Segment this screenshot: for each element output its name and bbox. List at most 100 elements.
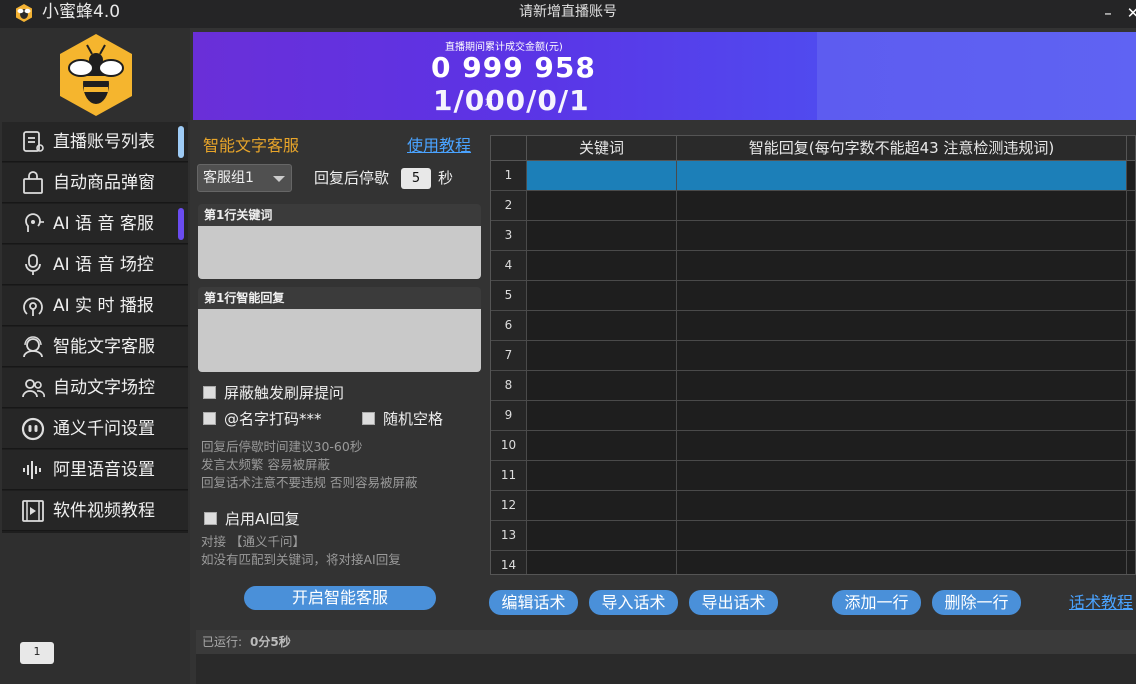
reply-cell[interactable] [677,191,1127,220]
delete-row-button[interactable]: 删除一行 [932,590,1021,615]
sidebar-item-label: AI 语 音 客服 [53,214,154,234]
robot-face-icon [21,417,45,441]
reply-column-header: 智能回复(每句字数不能超43 注意检测违规词) [677,136,1127,161]
reply-box: 第1行智能回复 [198,287,481,372]
status-label: 已运行: [202,635,243,649]
sidebar-item-ai-broadcast[interactable]: AI 实 时 播报 [2,286,188,326]
row-number: 3 [491,221,527,250]
enable-ai-checkbox[interactable] [204,512,217,525]
table-row[interactable]: 3 [491,221,1135,251]
name-mask-checkbox[interactable] [203,412,216,425]
table-row[interactable]: 12 [491,491,1135,521]
reply-cell[interactable] [677,161,1127,190]
reply-cell[interactable] [677,401,1127,430]
keyword-cell[interactable] [527,341,677,370]
service-group-value: 客服组1 [203,170,254,186]
table-row[interactable]: 9 [491,401,1135,431]
keyword-cell[interactable] [527,311,677,340]
reply-textarea[interactable] [198,309,481,372]
sidebar-item-qwen-settings[interactable]: 通义千问设置 [2,409,188,449]
edit-script-button[interactable]: 编辑话术 [489,590,578,615]
reply-cell[interactable] [677,491,1127,520]
promo-banner: 直播期间累计成交金额(元) 0 999 958 1/000/0/1 万 [193,32,1136,120]
table-row[interactable]: 13 [491,521,1135,551]
table-row[interactable]: 4 [491,251,1135,281]
reply-cell[interactable] [677,251,1127,280]
sidebar-item-label: AI 实 时 播报 [53,296,154,316]
keyword-cell[interactable] [527,491,677,520]
reply-cell[interactable] [677,341,1127,370]
sidebar-item-ali-voice-settings[interactable]: 阿里语音设置 [2,450,188,490]
usage-tutorial-link[interactable]: 使用教程 [407,132,471,156]
keyword-cell[interactable] [527,461,677,490]
table-row[interactable]: 8 [491,371,1135,401]
random-space-checkbox[interactable] [362,412,375,425]
table-row[interactable]: 2 [491,191,1135,221]
script-tutorial-link[interactable]: 话术教程 [1069,590,1133,615]
service-group-select[interactable]: 客服组1 [197,164,292,192]
title-bar: 小蜜蜂4.0 请新增直播账号 – ✕ [0,0,1136,28]
sidebar-item-label: 自动文字场控 [53,378,155,398]
block-refresh-checkbox[interactable] [203,386,216,399]
keyword-cell[interactable] [527,221,677,250]
start-service-button[interactable]: 开启智能客服 [244,586,436,610]
pause-label: 回复后停歇 [314,169,390,187]
sidebar-item-live-accounts[interactable]: 直播账号列表 [2,122,188,162]
sidebar-item-label: 智能文字客服 [53,337,155,357]
table-row[interactable]: 1 [491,161,1135,191]
sidebar-item-text-control[interactable]: 自动文字场控 [2,368,188,408]
add-row-button[interactable]: 添加一行 [832,590,921,615]
reply-cell[interactable] [677,221,1127,250]
minimize-button[interactable]: – [1099,2,1117,24]
keyword-cell[interactable] [527,191,677,220]
reply-cell[interactable] [677,371,1127,400]
waveform-icon [23,461,41,479]
keyword-cell[interactable] [527,251,677,280]
table-row[interactable]: 5 [491,281,1135,311]
keyword-textarea[interactable] [198,226,481,279]
sidebar-item-label: 直播账号列表 [53,132,155,152]
keyword-cell[interactable] [527,281,677,310]
enable-ai-option[interactable]: 启用AI回复 [204,509,300,529]
table-row[interactable]: 6 [491,311,1135,341]
row-number: 13 [491,521,527,550]
import-script-button[interactable]: 导入话术 [589,590,678,615]
table-row[interactable]: 10 [491,431,1135,461]
pause-seconds-input[interactable]: 5 [401,168,431,189]
sidebar-item-product-popup[interactable]: 自动商品弹窗 [2,163,188,203]
table-row[interactable]: 14 [491,551,1135,574]
reply-cell[interactable] [677,311,1127,340]
keyword-cell[interactable] [527,371,677,400]
table-row[interactable]: 7 [491,341,1135,371]
row-number: 7 [491,341,527,370]
table-row[interactable]: 11 [491,461,1135,491]
reply-cell[interactable] [677,551,1127,574]
status-bar: 已运行: 0分5秒 [196,630,1136,654]
random-space-option[interactable]: 随机空格 [362,409,443,429]
reply-cell[interactable] [677,461,1127,490]
chevron-down-icon [273,176,285,182]
keyword-cell[interactable] [527,401,677,430]
ai-voice-service-icon [25,213,44,232]
keyword-cell[interactable] [527,551,677,574]
sidebar-item-video-tutorials[interactable]: 软件视频教程 [2,491,188,531]
random-space-label: 随机空格 [383,410,444,428]
page-number-tab[interactable]: 1 [20,642,54,664]
close-button[interactable]: ✕ [1124,2,1136,24]
keyword-cell[interactable] [527,161,677,190]
reply-cell[interactable] [677,281,1127,310]
reply-cell[interactable] [677,431,1127,460]
sidebar-item-ai-voice-control[interactable]: AI 语 音 场控 [2,245,188,285]
block-refresh-option[interactable]: 屏蔽触发刷屏提问 [203,383,344,403]
keyword-cell[interactable] [527,431,677,460]
sidebar-nav: 直播账号列表 自动商品弹窗 AI 语 音 客服 AI 语 音 场控 AI 实 时… [2,122,188,533]
reply-cell[interactable] [677,521,1127,550]
sidebar-item-text-service[interactable]: 智能文字客服 [2,327,188,367]
sidebar-item-label: 自动商品弹窗 [53,173,155,193]
keyword-reply-table: 关键词 智能回复(每句字数不能超43 注意检测违规词) 1 2 3 4 5 6 7 8 9 10 1… [490,135,1136,575]
export-script-button[interactable]: 导出话术 [689,590,778,615]
broadcast-icon [23,297,43,316]
name-mask-option[interactable]: @名字打码*** [203,409,322,429]
keyword-cell[interactable] [527,521,677,550]
sidebar-item-ai-voice-service[interactable]: AI 语 音 客服 [2,204,188,244]
